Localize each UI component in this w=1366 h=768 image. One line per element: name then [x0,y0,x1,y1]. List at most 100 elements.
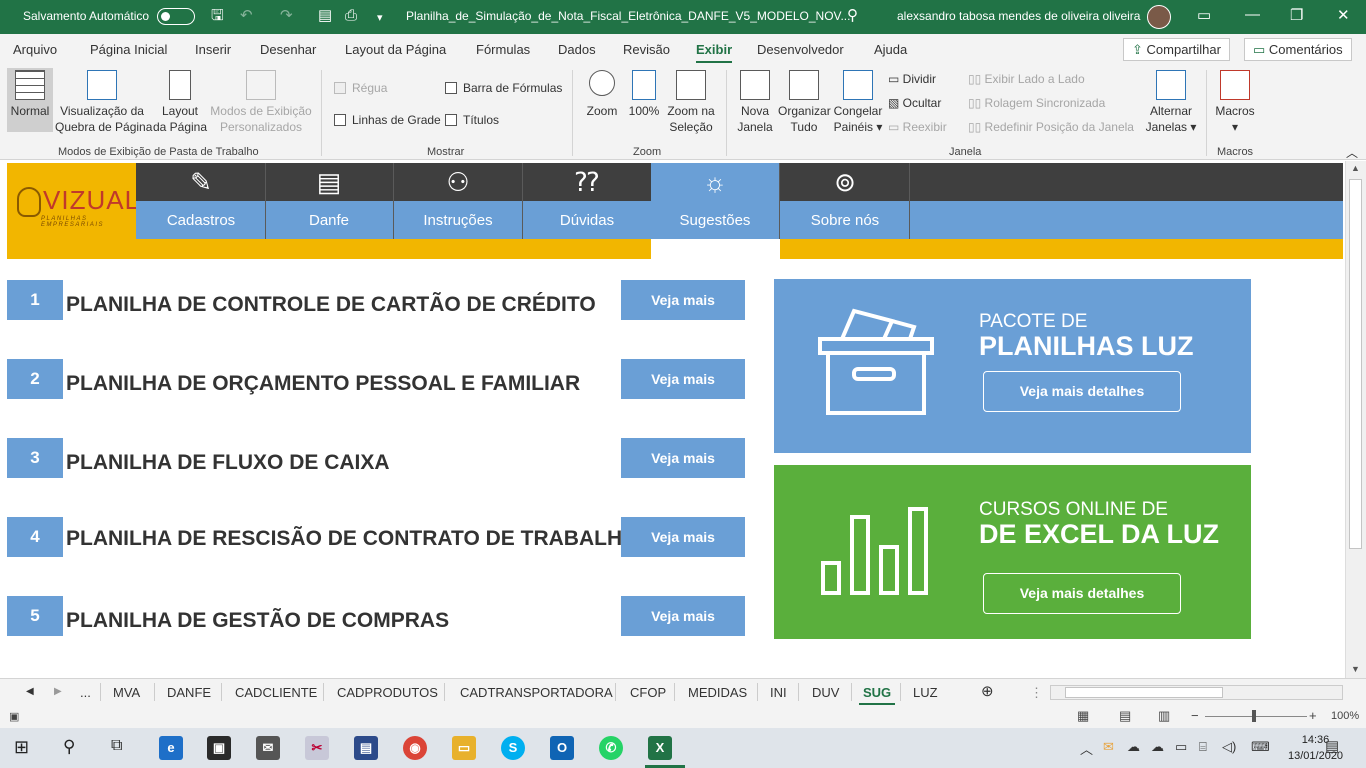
page-layout-button[interactable]: Layout da Página [152,70,208,135]
chrome-icon[interactable]: ◉ [403,736,427,760]
page-break-preview-button[interactable]: Visualização da Quebra de Página [55,70,152,135]
veja-mais-button[interactable]: Veja mais [621,280,745,320]
menu-revisao[interactable]: Revisão [623,42,670,57]
horizontal-scroll-thumb[interactable] [1065,687,1223,698]
zoom-100-button[interactable]: 100% [627,70,661,119]
zoom-slider[interactable] [1205,716,1307,717]
menu-desenhar[interactable]: Desenhar [260,42,316,57]
menu-desenvolvedor[interactable]: Desenvolvedor [757,42,844,57]
menu-formulas[interactable]: Fórmulas [476,42,530,57]
edge-icon[interactable]: e [159,736,183,760]
ime-icon[interactable]: ⌨ [1251,739,1270,755]
macros-button[interactable]: Macros ▾ [1212,70,1258,135]
battery-icon[interactable]: ▭ [1175,739,1187,755]
zoom-button[interactable]: Zoom [582,70,622,119]
cloud-icon[interactable]: ☁ [1151,739,1164,755]
skype-icon[interactable]: S [501,736,525,760]
veja-mais-button[interactable]: Veja mais [621,517,745,557]
reset-position-button[interactable]: ▯▯ Redefinir Posição da Janela [968,120,1134,134]
onedrive-icon[interactable]: ☁ [1127,739,1140,755]
scroll-up-icon[interactable]: ▲ [1351,163,1360,173]
search-icon[interactable]: ⚲ [63,737,75,757]
tab-medidas[interactable]: MEDIDAS [688,685,747,700]
tab-mva[interactable]: MVA [113,685,140,700]
scroll-down-icon[interactable]: ▼ [1351,664,1360,674]
tab-ini[interactable]: INI [770,685,787,700]
vertical-scrollbar[interactable]: ▲ ▼ [1345,161,1366,678]
menu-arquivo[interactable]: Arquivo [13,42,57,57]
tray-mail-icon[interactable]: ✉ [1103,739,1114,755]
windows-start-icon[interactable]: ⊞ [14,737,29,758]
tab-danfe[interactable]: DANFE [167,685,211,700]
whatsapp-icon[interactable]: ✆ [599,736,623,760]
tab-luz[interactable]: LUZ [913,685,938,700]
zoom-level[interactable]: 100% [1331,710,1359,722]
tab-prev-icon[interactable]: ◀ [26,686,34,697]
tab-cadcliente[interactable]: CADCLIENTE [235,685,317,700]
menu-ajuda[interactable]: Ajuda [874,42,907,57]
headings-checkbox[interactable]: Títulos [445,113,499,127]
nav-cadastros[interactable]: ✎ Cadastros [137,163,266,239]
zoom-in-icon[interactable]: + [1309,708,1317,723]
notifications-icon[interactable]: ▤ [1325,737,1339,755]
snipping-icon[interactable]: ✂ [305,736,329,760]
task-view-icon[interactable]: ⧉ [111,737,122,755]
excel-icon[interactable]: X [648,736,672,760]
customize-toolbar-icon[interactable]: ▾ [377,9,383,27]
tab-duv[interactable]: DUV [812,685,839,700]
add-sheet-icon[interactable]: ⊕ [981,682,994,700]
redo-icon[interactable]: ↷ [280,7,293,25]
nav-duvidas[interactable]: ⁇ Dúvidas [523,163,652,239]
normal-view-icon[interactable]: ▦ [1077,708,1089,724]
promo-planilhas[interactable]: PACOTE DE PLANILHAS LUZ Veja mais detalh… [774,279,1251,453]
promo-details-button[interactable]: Veja mais detalhes [983,573,1181,614]
autosave-toggle[interactable] [157,8,195,25]
normal-view-button[interactable]: Normal [7,68,53,132]
nav-danfe[interactable]: ▤ Danfe [265,163,394,239]
document-icon[interactable]: ▤ [318,7,332,25]
tab-cadtransportadora[interactable]: CADTRANSPORTADORA [460,685,613,700]
share-button[interactable]: ⇪ Compartilhar [1123,38,1230,61]
tab-sug[interactable]: SUG [858,685,896,705]
tray-chevron-icon[interactable]: ︿ [1080,739,1093,758]
print-preview-icon[interactable]: ⎙ [345,7,357,25]
custom-views-button[interactable]: Modos de Exibição Personalizados [210,70,312,135]
page-break-view-icon[interactable]: ▥ [1158,708,1170,724]
horizontal-scrollbar[interactable] [1050,685,1343,700]
network-icon[interactable]: ⌸ [1199,739,1207,755]
tab-splitter-icon[interactable]: ⋮ [1030,685,1043,701]
store-icon[interactable]: ▣ [207,736,231,760]
mail-icon[interactable]: ✉ [256,736,280,760]
zoom-slider-thumb[interactable] [1252,710,1256,722]
arrange-all-button[interactable]: Organizar Tudo [778,70,831,135]
volume-icon[interactable]: ◁) [1222,739,1236,755]
veja-mais-button[interactable]: Veja mais [621,596,745,636]
nav-sobre-nos[interactable]: ⊚ Sobre nós [781,163,910,239]
collapse-ribbon-icon[interactable]: ︿ [1346,144,1358,161]
switch-windows-button[interactable]: Alternar Janelas ▾ [1145,70,1197,135]
ribbon-display-icon[interactable]: ▭ [1197,6,1211,24]
menu-dados[interactable]: Dados [558,42,596,57]
undo-icon[interactable]: ↶ [240,7,253,25]
promo-cursos[interactable]: CURSOS ONLINE DE DE EXCEL DA LUZ Veja ma… [774,465,1251,639]
save-icon[interactable]: 🖫 [211,7,224,25]
menu-exibir[interactable]: Exibir [696,42,733,63]
menu-inserir[interactable]: Inserir [195,42,231,57]
side-by-side-button[interactable]: ▯▯ Exibir Lado a Lado [968,72,1085,86]
regua-checkbox[interactable]: Régua [334,81,387,95]
hide-button[interactable]: ▧ Ocultar [888,96,941,110]
nav-sugestoes[interactable]: ☼ Sugestões [651,163,780,239]
zoom-selection-button[interactable]: Zoom na Seleção [664,70,718,135]
close-icon[interactable]: ✕ [1337,6,1350,24]
outlook-icon[interactable]: O [550,736,574,760]
macro-record-icon[interactable]: ▣ [9,710,19,723]
split-button[interactable]: ▭ Dividir [888,72,936,86]
tab-cadprodutos[interactable]: CADPRODUTOS [337,685,438,700]
veja-mais-button[interactable]: Veja mais [621,359,745,399]
sync-scroll-button[interactable]: ▯▯ Rolagem Sincronizada [968,96,1105,110]
avatar[interactable] [1147,5,1171,29]
minimize-icon[interactable]: — [1245,6,1260,23]
new-window-button[interactable]: Nova Janela [735,70,775,135]
formula-bar-checkbox[interactable]: Barra de Fórmulas [445,81,562,95]
menu-layout[interactable]: Layout da Página [345,42,446,57]
